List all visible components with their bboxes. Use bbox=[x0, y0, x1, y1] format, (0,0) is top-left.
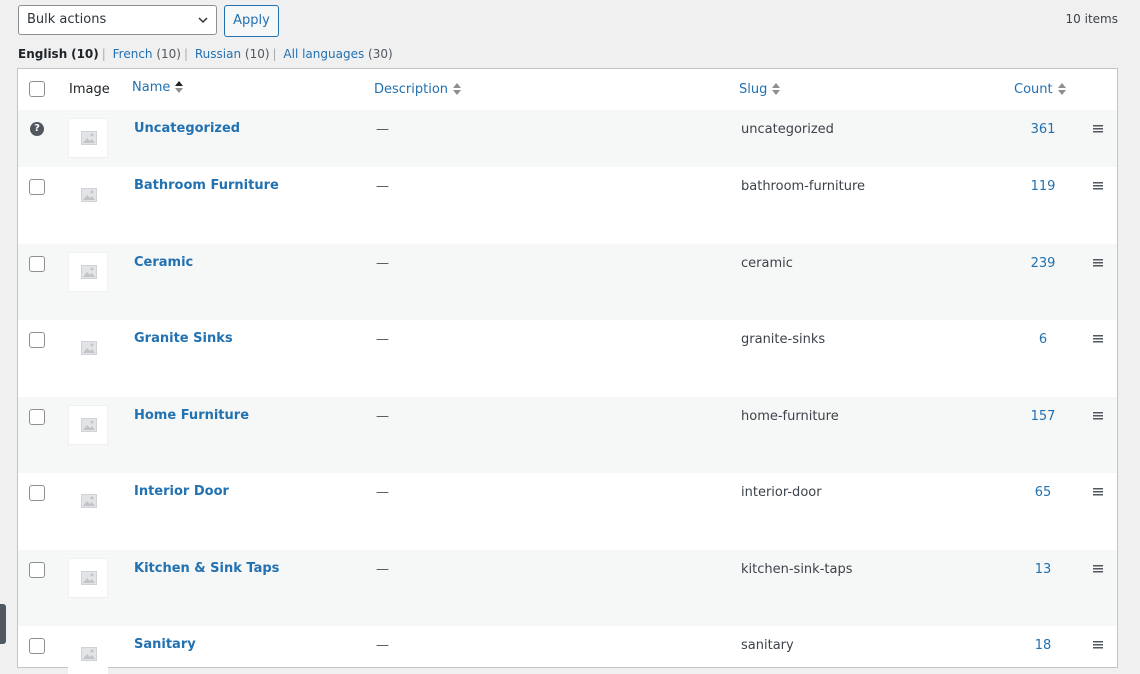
lang-french-count: (10) bbox=[156, 47, 181, 61]
bulk-actions-select[interactable]: Bulk actions bbox=[18, 5, 217, 35]
separator: | bbox=[101, 47, 106, 61]
table-row: Sanitary — sanitary 18 bbox=[18, 626, 1117, 674]
table-row: ? Uncategorized — uncategorized 361 bbox=[18, 110, 1117, 167]
category-description: — bbox=[376, 409, 389, 424]
category-slug: sanitary bbox=[741, 638, 794, 653]
category-slug: bathroom-furniture bbox=[741, 179, 866, 194]
category-count-link[interactable]: 6 bbox=[1014, 332, 1072, 347]
image-placeholder-icon bbox=[68, 481, 108, 521]
table-row: Kitchen & Sink Taps — kitchen-sink-taps … bbox=[18, 550, 1117, 626]
side-feedback-tab[interactable] bbox=[0, 604, 6, 644]
image-placeholder-icon bbox=[68, 405, 108, 445]
separator: | bbox=[183, 47, 189, 61]
category-count-link[interactable]: 361 bbox=[1014, 122, 1072, 137]
drag-handle-icon[interactable] bbox=[1093, 412, 1103, 420]
column-description-label: Description bbox=[374, 82, 449, 97]
row-checkbox[interactable] bbox=[29, 409, 45, 425]
category-slug: kitchen-sink-taps bbox=[741, 562, 853, 577]
table-row: Interior Door — interior-door 65 bbox=[18, 473, 1117, 550]
category-name-link[interactable]: Granite Sinks bbox=[134, 331, 233, 346]
lang-french[interactable]: French bbox=[113, 47, 153, 61]
image-placeholder-icon bbox=[68, 328, 108, 368]
table-header: Image Name Description Slug Count bbox=[18, 69, 1117, 111]
category-description: — bbox=[376, 332, 389, 347]
row-checkbox[interactable] bbox=[29, 485, 45, 501]
category-count-link[interactable]: 239 bbox=[1014, 256, 1072, 271]
image-placeholder-icon bbox=[68, 175, 108, 215]
column-slug-label: Slug bbox=[739, 82, 768, 97]
category-name-link[interactable]: Uncategorized bbox=[134, 121, 240, 136]
category-slug: interior-door bbox=[741, 485, 822, 500]
category-slug: granite-sinks bbox=[741, 332, 826, 347]
drag-handle-icon[interactable] bbox=[1093, 335, 1103, 343]
category-count-link[interactable]: 157 bbox=[1014, 409, 1072, 424]
sort-arrows-icon bbox=[453, 82, 462, 95]
drag-handle-icon[interactable] bbox=[1093, 125, 1103, 133]
category-slug: ceramic bbox=[741, 256, 793, 271]
row-checkbox[interactable] bbox=[29, 179, 45, 195]
category-description: — bbox=[376, 638, 389, 653]
category-slug: home-furniture bbox=[741, 409, 839, 424]
category-name-link[interactable]: Home Furniture bbox=[134, 408, 249, 423]
category-count-link[interactable]: 119 bbox=[1014, 179, 1072, 194]
category-count-link[interactable]: 65 bbox=[1014, 485, 1072, 500]
sort-arrows-icon bbox=[175, 80, 184, 93]
separator: | bbox=[272, 47, 277, 61]
items-count: 10 items bbox=[1065, 12, 1118, 26]
column-count-label: Count bbox=[1014, 82, 1053, 97]
category-description: — bbox=[376, 485, 389, 500]
lang-russian[interactable]: Russian bbox=[195, 47, 241, 61]
column-description[interactable]: Description bbox=[374, 69, 462, 110]
column-image: Image bbox=[69, 82, 110, 97]
image-placeholder-icon bbox=[68, 558, 108, 598]
category-name-link[interactable]: Bathroom Furniture bbox=[134, 178, 279, 193]
category-name-link[interactable]: Kitchen & Sink Taps bbox=[134, 561, 279, 576]
category-description: — bbox=[376, 179, 389, 194]
table-row: Home Furniture — home-furniture 157 bbox=[18, 397, 1117, 473]
table-row: Granite Sinks — granite-sinks 6 bbox=[18, 320, 1117, 397]
sort-arrows-icon bbox=[772, 82, 781, 95]
row-checkbox[interactable] bbox=[29, 562, 45, 578]
language-filter: English (10) | French (10) | Russian (10) |… bbox=[18, 47, 393, 61]
table-nav-top: Bulk actions Apply 10 items bbox=[18, 5, 1118, 37]
lang-english[interactable]: English bbox=[18, 47, 67, 61]
category-description: — bbox=[376, 256, 389, 271]
row-checkbox[interactable] bbox=[29, 256, 45, 272]
question-icon: ? bbox=[30, 122, 44, 136]
apply-button[interactable]: Apply bbox=[224, 5, 279, 37]
bulk-actions-value: Bulk actions bbox=[27, 12, 107, 27]
image-placeholder-icon bbox=[68, 252, 108, 292]
image-placeholder-icon bbox=[68, 634, 108, 674]
chevron-down-icon bbox=[198, 17, 208, 24]
column-count[interactable]: Count bbox=[1014, 69, 1066, 110]
drag-handle-icon[interactable] bbox=[1093, 565, 1103, 573]
drag-handle-icon[interactable] bbox=[1093, 641, 1103, 649]
select-all-checkbox[interactable] bbox=[29, 81, 45, 97]
category-name-link[interactable]: Ceramic bbox=[134, 255, 193, 270]
category-count-link[interactable]: 18 bbox=[1014, 638, 1072, 653]
lang-english-count: (10) bbox=[71, 47, 99, 61]
lang-all-count: (30) bbox=[368, 47, 393, 61]
lang-all[interactable]: All languages bbox=[283, 47, 364, 61]
sort-arrows-icon bbox=[1057, 82, 1066, 95]
category-name-link[interactable]: Interior Door bbox=[134, 484, 229, 499]
category-count-link[interactable]: 13 bbox=[1014, 562, 1072, 577]
category-slug: uncategorized bbox=[741, 122, 834, 137]
row-checkbox[interactable] bbox=[29, 332, 45, 348]
drag-handle-icon[interactable] bbox=[1093, 259, 1103, 267]
drag-handle-icon[interactable] bbox=[1093, 488, 1103, 496]
drag-handle-icon[interactable] bbox=[1093, 182, 1103, 190]
category-description: — bbox=[376, 122, 389, 137]
image-placeholder-icon bbox=[68, 118, 108, 158]
categories-table: Image Name Description Slug Count ? Unca… bbox=[17, 68, 1118, 674]
category-name-link[interactable]: Sanitary bbox=[134, 637, 196, 652]
row-checkbox[interactable] bbox=[29, 638, 45, 654]
table-row: Ceramic — ceramic 239 bbox=[18, 244, 1117, 320]
lang-russian-count: (10) bbox=[244, 47, 270, 61]
column-slug[interactable]: Slug bbox=[739, 69, 781, 110]
column-name-label: Name bbox=[132, 80, 171, 95]
column-name[interactable]: Name bbox=[132, 67, 184, 108]
table-row: Bathroom Furniture — bathroom-furniture … bbox=[18, 167, 1117, 244]
category-description: — bbox=[376, 562, 389, 577]
